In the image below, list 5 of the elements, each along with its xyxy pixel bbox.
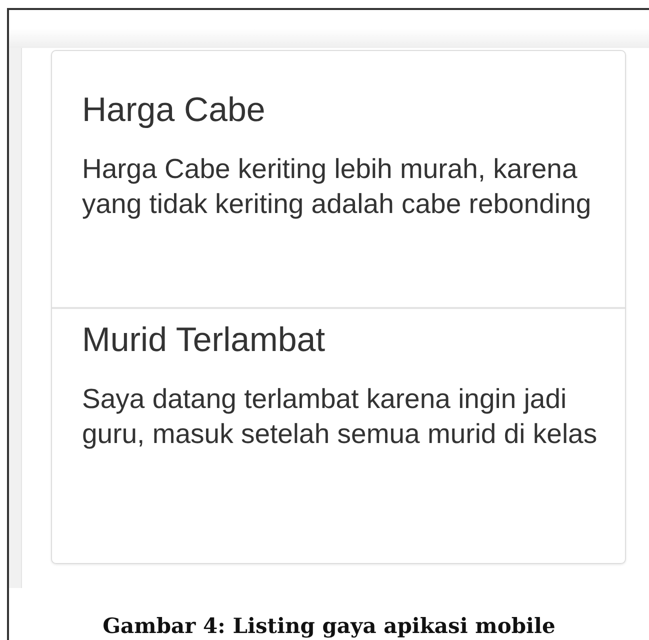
item-title: Harga Cabe: [82, 90, 266, 131]
item-text: Saya datang terlambat karena ingin jadi guru, masuk setelah semua murid di kelas: [82, 382, 598, 451]
figure-caption: Gambar 4: Listing gaya apikasi mobile: [102, 612, 556, 640]
item-title: Murid Terlambat: [82, 320, 326, 361]
item-text: Harga Cabe keriting lebih murah, karena yang tidak keriting adalah cabe rebonding: [82, 152, 592, 221]
